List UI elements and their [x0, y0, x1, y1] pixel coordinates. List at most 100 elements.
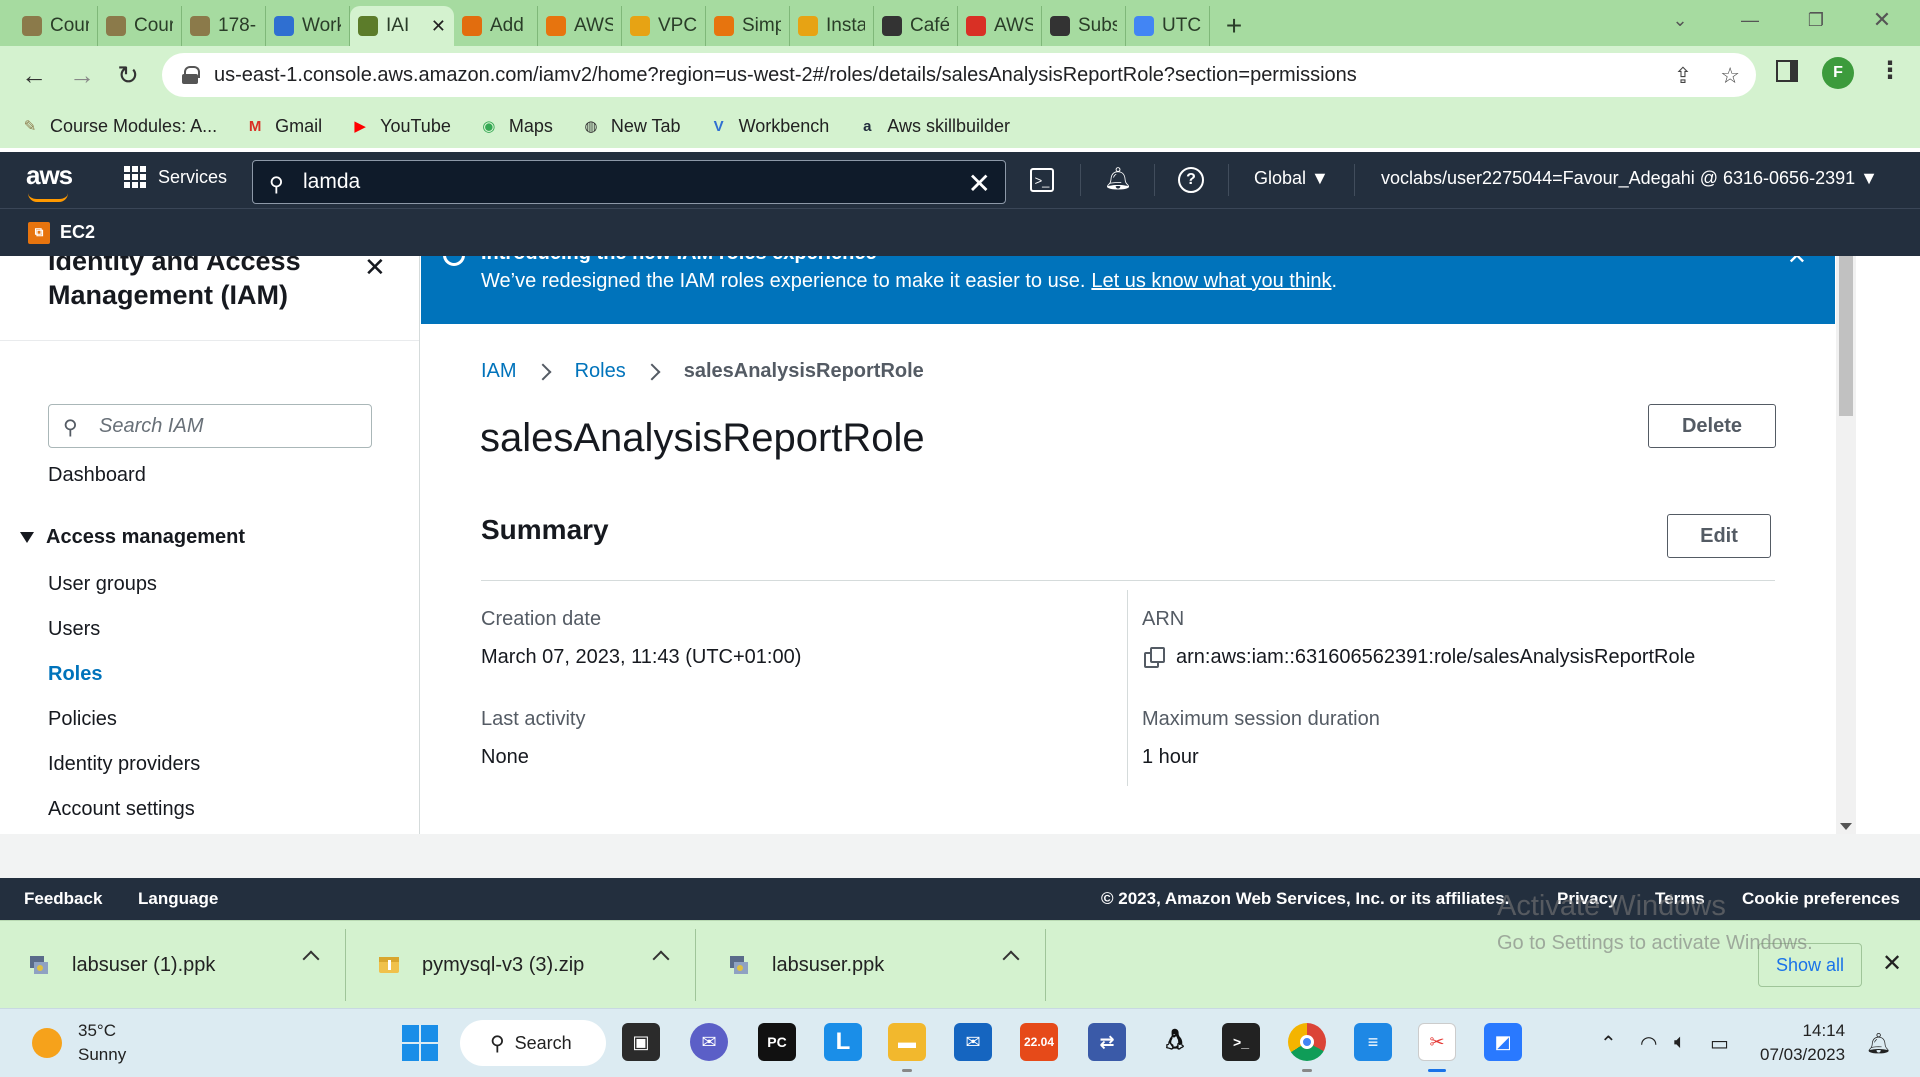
chevron-up-icon[interactable] [1002, 950, 1020, 968]
browser-tab[interactable]: Cours [14, 6, 98, 46]
aws-logo[interactable]: aws [26, 160, 73, 202]
sidenav-item-policies[interactable]: Policies [48, 708, 117, 731]
photos-icon[interactable]: ◩ [1484, 1023, 1522, 1061]
forward-icon[interactable]: → [60, 53, 104, 97]
browser-tab[interactable]: AWS I [958, 6, 1042, 46]
tray-overflow-icon[interactable]: ⌃ [1600, 1031, 1617, 1056]
browser-tab[interactable]: Add t [454, 6, 538, 46]
chevron-up-icon[interactable] [652, 950, 670, 968]
browser-tab[interactable]: AWS S [538, 6, 622, 46]
download-item[interactable]: labsuser.ppk [700, 929, 1046, 1001]
taskbar-search[interactable]: ⚲ Search [460, 1020, 606, 1066]
profile-avatar[interactable]: F [1822, 57, 1854, 89]
bookmark-item[interactable]: ▶ YouTube [350, 116, 451, 137]
cloudshell-icon[interactable]: >_ [1030, 168, 1054, 192]
ubuntu-icon[interactable]: 22.04 [1020, 1023, 1058, 1061]
weather-widget[interactable]: 35°C Sunny [32, 1019, 126, 1067]
windows-start-icon[interactable] [402, 1025, 438, 1061]
sidenav-item-roles[interactable]: Roles [48, 663, 102, 686]
close-sidenav-icon[interactable]: ✕ [364, 256, 386, 283]
notifications-icon[interactable]: 🔔︎ [1866, 1031, 1891, 1056]
reload-icon[interactable]: ↻ [106, 53, 150, 97]
browser-tab[interactable]: 178-[J [182, 6, 266, 46]
notifications-bell-icon[interactable]: 🔔︎ [1104, 166, 1132, 192]
back-icon[interactable]: ← [12, 53, 56, 97]
browser-tab[interactable]: Cours [98, 6, 182, 46]
sidenav-title[interactable]: Identity and Access Management (IAM) [48, 256, 301, 312]
breadcrumb-iam[interactable]: IAM [481, 360, 517, 383]
favorite-ec2[interactable]: EC2 [60, 222, 95, 243]
edit-button[interactable]: Edit [1667, 514, 1771, 558]
clear-search-icon[interactable]: ✕ [968, 167, 991, 200]
sidenav-item-account-settings[interactable]: Account settings [48, 798, 195, 821]
footer-cookie-link[interactable]: Cookie preferences [1742, 889, 1900, 909]
chrome-icon[interactable] [1288, 1023, 1326, 1061]
browser-tab[interactable]: IAI ✕ [350, 6, 454, 46]
breadcrumb-roles[interactable]: Roles [575, 360, 626, 383]
side-panel-icon[interactable] [1776, 60, 1798, 82]
lightshot-icon[interactable]: L [824, 1023, 862, 1061]
download-item[interactable]: pymysql-v3 (3).zip [350, 929, 696, 1001]
new-tab-button[interactable]: + [1210, 6, 1258, 46]
file-explorer-icon[interactable]: ▬ [888, 1023, 926, 1061]
services-menu[interactable]: Services [124, 166, 227, 188]
notepad-icon[interactable]: ≡ [1354, 1023, 1392, 1061]
bookmark-item[interactable]: V Workbench [709, 116, 830, 137]
bookmark-star-icon[interactable]: ☆ [1720, 63, 1740, 89]
region-selector[interactable]: Global ▼ [1254, 168, 1329, 189]
address-bar[interactable]: us-east-1.console.aws.amazon.com/iamv2/h… [162, 53, 1756, 97]
sidenav-item-user-groups[interactable]: User groups [48, 573, 157, 596]
browser-tab[interactable]: UTC ti [1126, 6, 1210, 46]
aws-search-input[interactable] [303, 170, 903, 194]
close-tab-icon[interactable]: ✕ [431, 16, 446, 37]
browser-tab[interactable]: Simpl [706, 6, 790, 46]
download-item[interactable]: labsuser (1).ppk [0, 929, 346, 1001]
aws-search-box[interactable]: ⚲ ✕ [252, 160, 1006, 204]
help-icon[interactable]: ? [1178, 167, 1204, 193]
bookmark-item[interactable]: ✎ Course Modules: A... [20, 116, 217, 137]
feedback-link[interactable]: Let us know what you think [1091, 270, 1331, 292]
bookmark-item[interactable]: M Gmail [245, 116, 322, 137]
bookmark-item[interactable]: a Aws skillbuilder [857, 116, 1010, 137]
scroll-down-icon[interactable] [1840, 823, 1852, 830]
chevron-up-icon[interactable] [302, 950, 320, 968]
browser-tab[interactable]: Work [266, 6, 350, 46]
bookmark-item[interactable]: ◉ Maps [479, 116, 553, 137]
copy-icon[interactable] [1144, 647, 1165, 668]
volume-icon[interactable]: 🔈︎ [1674, 1031, 1686, 1054]
pycharm-icon[interactable]: PC [758, 1023, 796, 1061]
scrollbar-thumb[interactable] [1839, 256, 1853, 416]
snipping-tool-icon[interactable]: ✂ [1418, 1023, 1456, 1061]
restore-icon[interactable]: ❐ [1786, 0, 1846, 40]
browser-tab[interactable]: VPC M [622, 6, 706, 46]
sidenav-item-dashboard[interactable]: Dashboard [48, 464, 146, 487]
chat-icon[interactable]: ✉ [690, 1023, 728, 1061]
terminal-icon[interactable]: >_ [1222, 1023, 1260, 1061]
account-menu[interactable]: voclabs/user2275044=Favour_Adegahi @ 631… [1381, 168, 1878, 189]
network-app-icon[interactable]: ⇄ [1088, 1023, 1126, 1061]
linux-tux-icon[interactable]: 🐧︎ [1156, 1023, 1194, 1061]
chrome-menu-icon[interactable]: ⋮ [1878, 56, 1902, 85]
sidenav-item-users[interactable]: Users [48, 618, 100, 641]
minimize-icon[interactable]: — [1720, 0, 1780, 40]
mail-icon[interactable]: ✉ [954, 1023, 992, 1061]
close-downloads-icon[interactable]: ✕ [1882, 949, 1902, 978]
tab-search-icon[interactable]: ⌄ [1650, 0, 1710, 40]
dismiss-banner-icon[interactable]: ✕ [1787, 256, 1807, 271]
footer-feedback-link[interactable]: Feedback [24, 889, 102, 909]
system-clock[interactable]: 14:14 07/03/2023 [1760, 1019, 1845, 1067]
browser-tab[interactable]: Subsc [1042, 6, 1126, 46]
close-window-icon[interactable]: ✕ [1852, 0, 1912, 40]
delete-button[interactable]: Delete [1648, 404, 1776, 448]
browser-tab[interactable]: Café C [874, 6, 958, 46]
task-view-icon[interactable]: ▣ [622, 1023, 660, 1061]
footer-language-link[interactable]: Language [138, 889, 218, 909]
sidenav-item-identity-providers[interactable]: Identity providers [48, 753, 200, 776]
wifi-icon[interactable]: ◠ [1640, 1031, 1657, 1056]
sidenav-section-access-management[interactable]: Access management [20, 526, 245, 549]
bookmark-item[interactable]: ◍ New Tab [581, 116, 680, 137]
battery-icon[interactable]: ▭ [1710, 1031, 1729, 1056]
page-scrollbar[interactable] [1836, 256, 1856, 834]
search-iam-input[interactable]: ⚲ Search IAM [48, 404, 372, 448]
share-icon[interactable]: ⇪ [1674, 63, 1692, 89]
